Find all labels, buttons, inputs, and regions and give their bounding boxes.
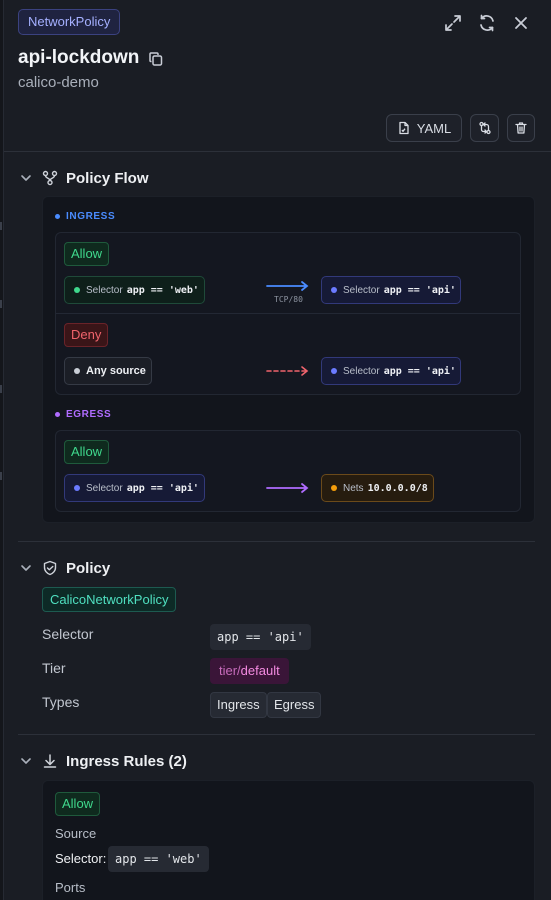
action-badge-allow: Allow (64, 242, 110, 266)
section-divider (18, 541, 535, 542)
delete-button[interactable] (507, 114, 535, 142)
source-label: Source (55, 826, 97, 841)
trash-icon (514, 121, 528, 135)
policy-flow-header[interactable]: Policy Flow (18, 168, 149, 188)
policy-flow-title: Policy Flow (66, 169, 149, 187)
source-node-api: Selector app == 'api' (64, 474, 205, 502)
yaml-button-label: YAML (416, 120, 452, 136)
refresh-icon[interactable] (477, 13, 497, 33)
compare-icon (478, 121, 492, 135)
policy-name: api-lockdown (18, 47, 140, 68)
selector-value: app == 'api' (210, 624, 311, 650)
yaml-file-icon (397, 121, 411, 135)
shield-icon (42, 560, 58, 576)
compare-button[interactable] (470, 114, 499, 142)
copy-icon[interactable] (148, 51, 164, 67)
port-label: TCP/80 (274, 295, 303, 304)
target-node-api: Selector app == 'api' (321, 357, 461, 385)
policy-type-badge: CalicoNetworkPolicy (42, 587, 177, 612)
deny-arrow (266, 365, 310, 377)
ingress-rules-header[interactable]: Ingress Rules (2) (18, 751, 187, 771)
types-key: Types (42, 694, 80, 710)
chevron-down-icon (18, 170, 34, 186)
selector-key: Selector (42, 626, 94, 642)
source-node-web: Selector app == 'web' (64, 276, 205, 304)
yaml-button[interactable]: YAML (386, 114, 462, 142)
tier-value: tier/default (210, 658, 289, 684)
source-node-any: Any source (64, 357, 152, 385)
egress-arrow (266, 482, 310, 494)
action-badge-allow: Allow (55, 792, 101, 816)
namespace-label: calico-demo (18, 74, 99, 91)
flow-icon (42, 170, 58, 186)
header-divider (4, 151, 551, 152)
section-divider (18, 734, 535, 735)
type-pill-egress: Egress (267, 692, 322, 718)
target-node-nets: Nets 10.0.0.0/8 (321, 474, 434, 502)
tier-key: Tier (42, 660, 66, 676)
policy-title: Policy (66, 559, 111, 577)
ingress-rules-title: Ingress Rules (2) (66, 752, 187, 770)
ports-label: Ports (55, 880, 86, 895)
ingress-label: INGRESS (55, 211, 115, 222)
egress-label: EGRESS (55, 409, 111, 420)
source-selector-value: app == 'web' (108, 846, 209, 872)
action-badge-allow: Allow (64, 440, 110, 464)
download-arrow-icon (42, 753, 58, 769)
chevron-down-icon (18, 753, 34, 769)
left-panel-edge (0, 0, 4, 900)
chevron-down-icon (18, 560, 34, 576)
kind-badge: NetworkPolicy (18, 9, 121, 35)
policy-header[interactable]: Policy (18, 558, 110, 578)
close-icon[interactable] (511, 13, 531, 33)
rule-separator (56, 313, 520, 314)
allow-arrow (266, 280, 310, 292)
target-node-api: Selector app == 'api' (321, 276, 461, 304)
selector-label: Selector: (55, 851, 107, 866)
type-pill-ingress: Ingress (210, 692, 267, 718)
expand-icon[interactable] (443, 13, 463, 33)
action-badge-deny: Deny (64, 323, 109, 347)
ingress-rule-card (42, 780, 535, 900)
